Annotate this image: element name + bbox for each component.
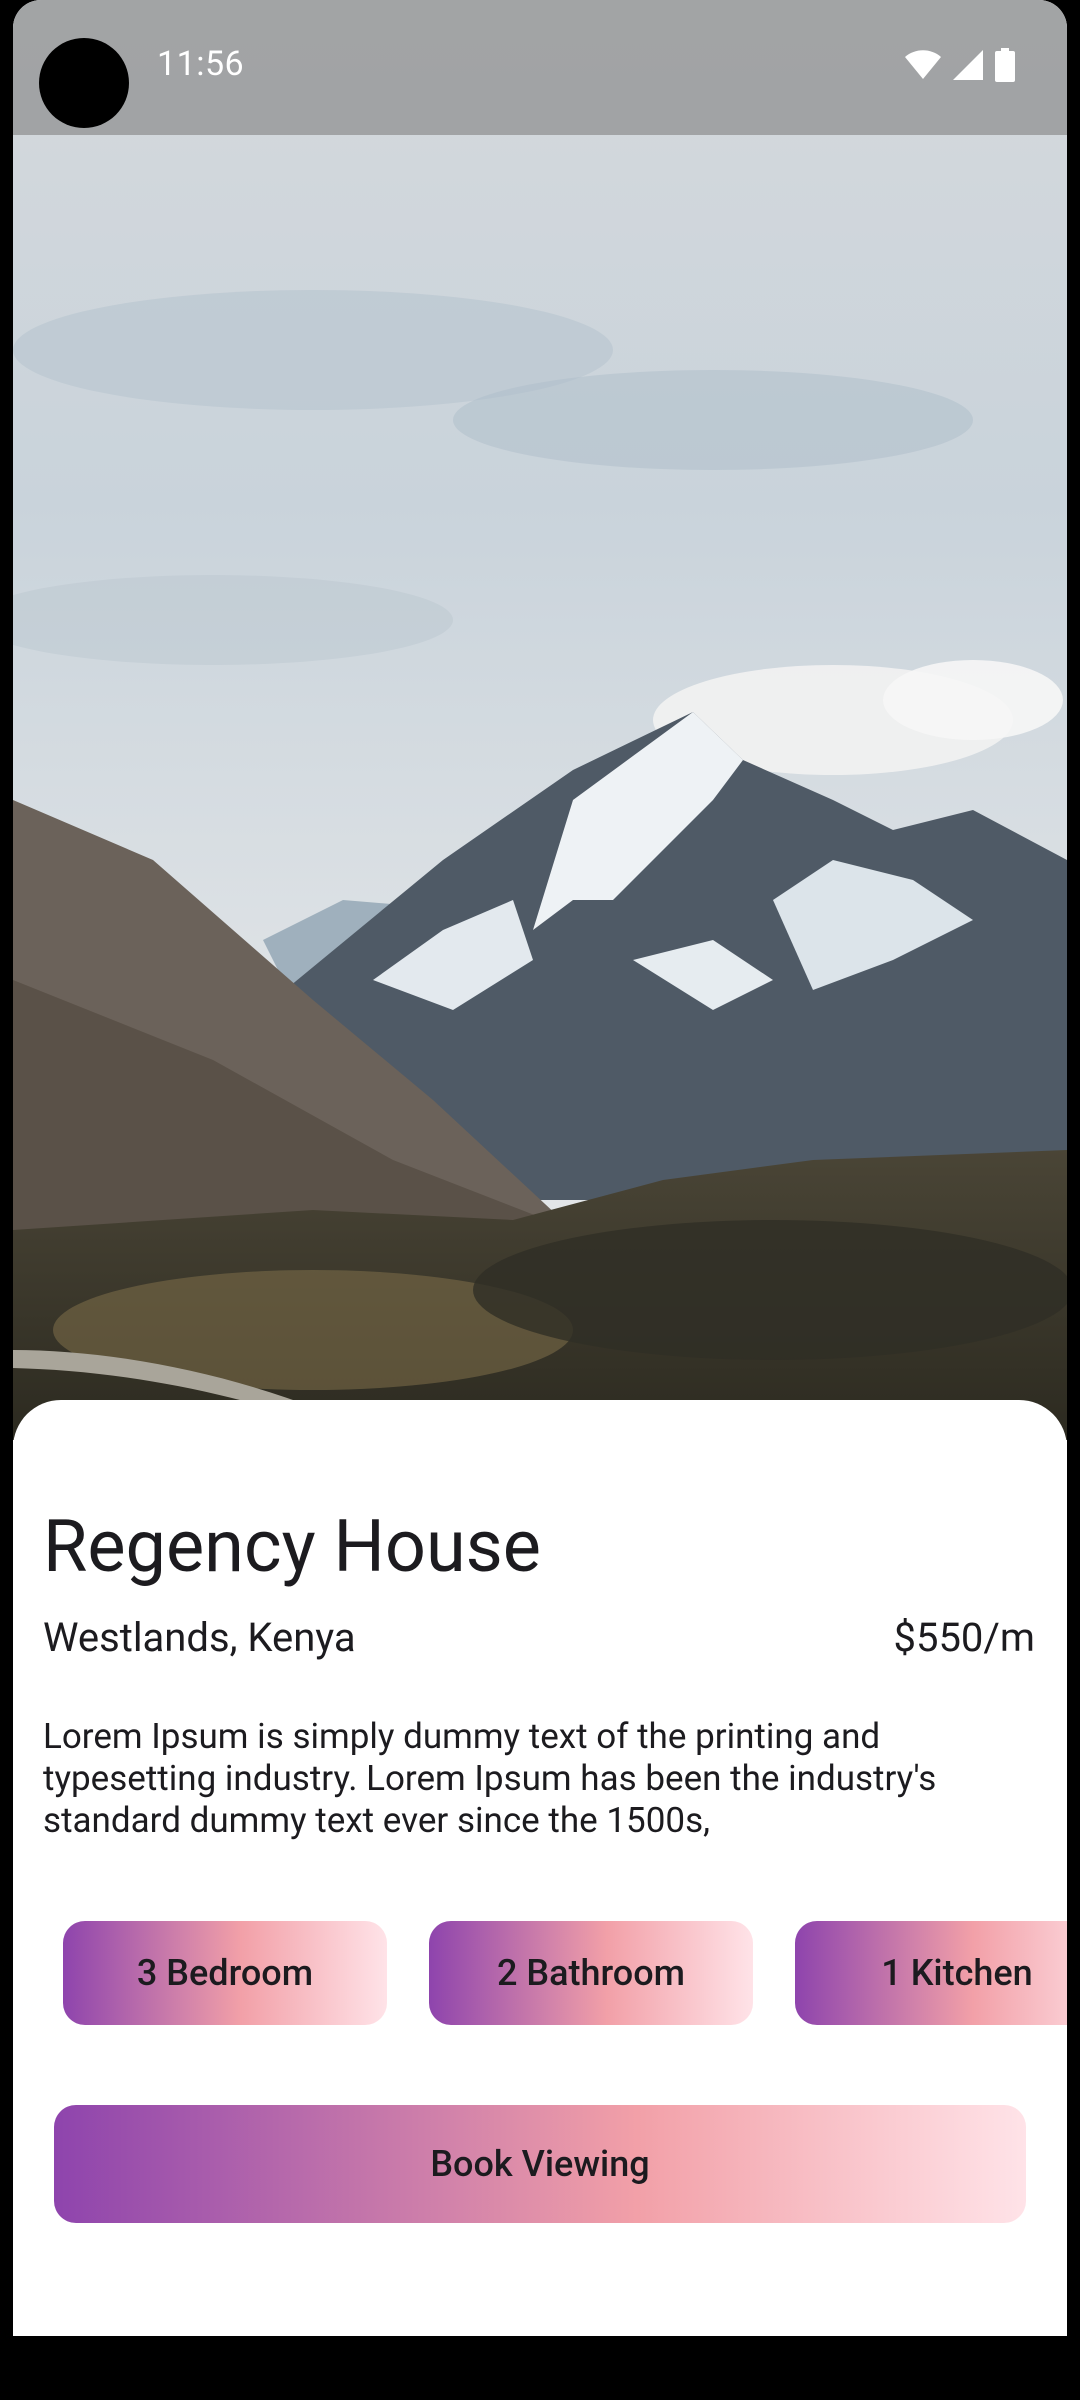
hero-image <box>13 0 1067 1440</box>
phone-frame: 11:56 Regency House Westlands, Kenya $55… <box>0 0 1080 2400</box>
home-indicator[interactable] <box>397 2233 681 2243</box>
book-viewing-button[interactable]: Book Viewing <box>54 2105 1026 2223</box>
camera-cutout <box>39 38 129 128</box>
chip-bathroom[interactable]: 2 Bathroom <box>429 1921 753 2025</box>
chip-bedroom[interactable]: 3 Bedroom <box>63 1921 387 2025</box>
chip-kitchen[interactable]: 1 Kitchen <box>795 1921 1067 2025</box>
feature-chips: 3 Bedroom 2 Bathroom 1 Kitchen <box>63 1921 1067 2025</box>
status-time: 11:56 <box>157 44 245 84</box>
listing-location: Westlands, Kenya <box>43 1614 356 1661</box>
listing-title: Regency House <box>43 1504 541 1589</box>
wifi-icon <box>905 50 941 84</box>
listing-description: Lorem Ipsum is simply dummy text of the … <box>43 1716 937 1841</box>
status-icons <box>905 48 1015 86</box>
cellular-signal-icon <box>953 50 983 84</box>
listing-price: $550/m <box>893 1614 1035 1661</box>
status-bar: 11:56 <box>13 0 1067 135</box>
app-screen: 11:56 Regency House Westlands, Kenya $55… <box>13 0 1067 2336</box>
battery-icon <box>995 48 1015 86</box>
details-sheet: Regency House Westlands, Kenya $550/m Lo… <box>13 1400 1067 2336</box>
